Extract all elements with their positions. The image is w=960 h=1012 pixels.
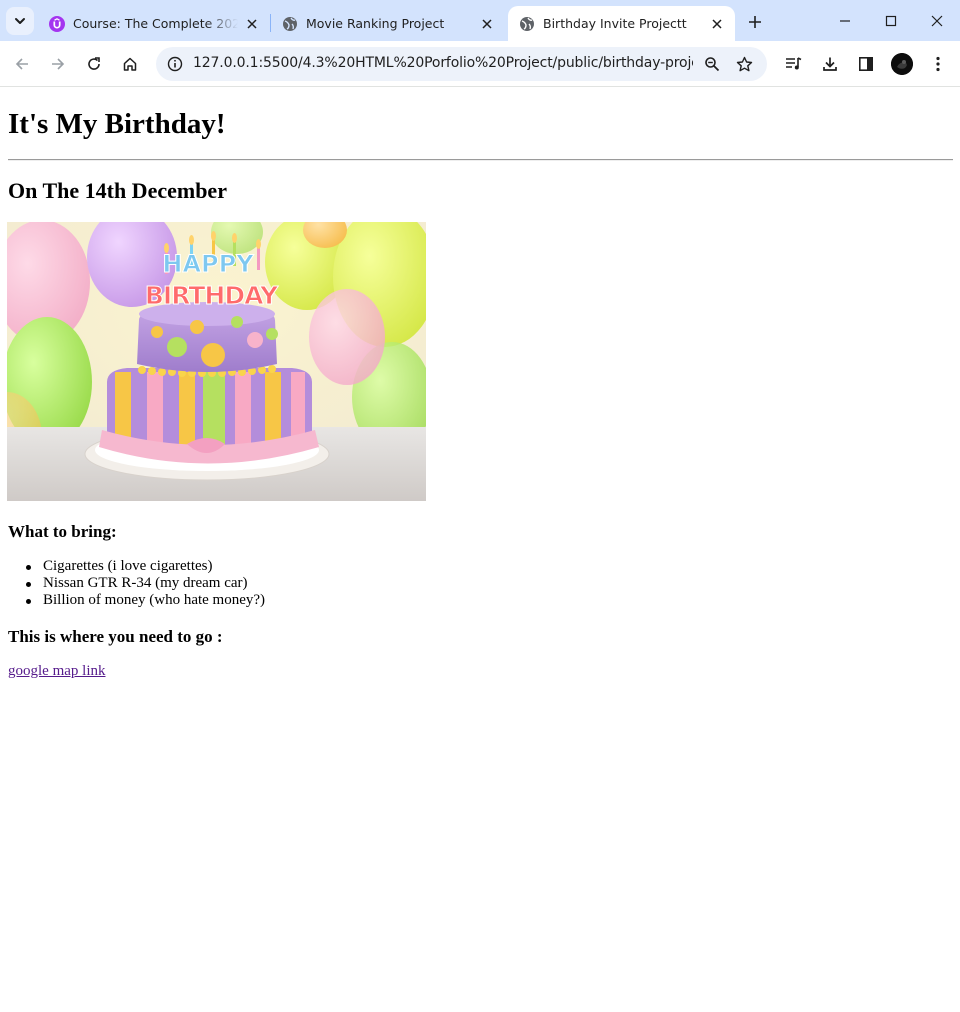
minimize-button[interactable] [822,0,868,41]
plus-icon [749,16,761,28]
new-tab-button[interactable] [741,8,769,36]
udemy-icon [49,15,65,32]
tab-title: Movie Ranking Project [306,16,445,31]
downloads-button[interactable] [814,48,846,80]
what-to-bring-heading: What to bring: [8,522,117,541]
profile-avatar[interactable] [891,53,913,75]
tab-udemy-course[interactable]: Course: The Complete 2024 Web Developmen… [38,6,270,41]
browser-menu-button[interactable] [922,48,954,80]
birthday-cake-image: HAPPY BIRTHDAY [7,222,426,501]
page-title: It's My Birthday! [8,108,226,140]
kebab-menu-icon [936,56,940,72]
url-text[interactable]: 127.0.0.1:5500/4.3%20HTML%20Porfolio%20P… [193,55,693,71]
back-button[interactable] [6,48,38,80]
reload-icon [88,57,100,70]
download-icon [823,57,837,71]
maximize-button[interactable] [868,0,914,41]
location-heading: This is where you need to go : [8,627,223,646]
tab-strip: Course: The Complete 2024 Web Developmen… [0,0,960,41]
tab-birthday-invite[interactable]: Birthday Invite Projectt [508,6,735,41]
tab-close-icon[interactable] [477,14,497,34]
media-queue-icon [786,57,802,70]
home-icon [123,57,137,71]
site-info-icon[interactable] [162,51,188,77]
globe-icon [283,16,297,31]
address-bar[interactable]: 127.0.0.1:5500/4.3%20HTML%20Porfolio%20P… [156,47,767,81]
tab-search-button[interactable] [6,7,34,35]
back-arrow-icon [15,58,28,70]
zoom-icon[interactable] [699,51,725,77]
avatar-image [891,53,913,75]
media-controls-button[interactable] [778,48,810,80]
side-panel-icon [858,56,873,71]
tab-title: Birthday Invite Projectt [543,16,687,31]
forward-arrow-icon [52,58,65,70]
forward-button[interactable] [42,48,74,80]
chevron-down-icon [15,18,25,24]
side-panel-button[interactable] [850,48,882,80]
reload-button[interactable] [78,48,110,80]
tab-close-icon[interactable] [707,14,727,34]
tab-title: Course: The Complete 2024 Web Developmen… [73,16,238,31]
bookmark-star-icon[interactable] [731,51,757,77]
horizontal-rule [8,159,953,161]
close-window-button[interactable] [914,0,960,41]
page-content: It's My Birthday! On The 14th December H… [0,88,960,1012]
cake-text-happy: HAPPY [162,250,254,278]
google-map-link[interactable]: google map link [8,663,106,680]
cake-text-birthday: BIRTHDAY [145,281,279,310]
bring-list: Cigarettes (i love cigarettes) Nissan GT… [25,558,266,609]
minimize-icon [840,19,850,22]
list-item: Billion of money (who hate money?) [25,592,266,608]
browser-toolbar: 127.0.0.1:5500/4.3%20HTML%20Porfolio%20P… [0,41,960,87]
tab-close-icon[interactable] [242,14,262,34]
globe-icon [520,16,534,31]
tab-movie-ranking[interactable]: Movie Ranking Project [271,6,505,41]
home-button[interactable] [114,48,146,80]
list-item: Nissan GTR R-34 (my dream car) [25,575,265,592]
list-item: Cigarettes (i love cigarettes) [25,558,265,575]
date-heading: On The 14th December [8,178,227,203]
maximize-icon [885,15,897,26]
close-icon [931,15,943,26]
